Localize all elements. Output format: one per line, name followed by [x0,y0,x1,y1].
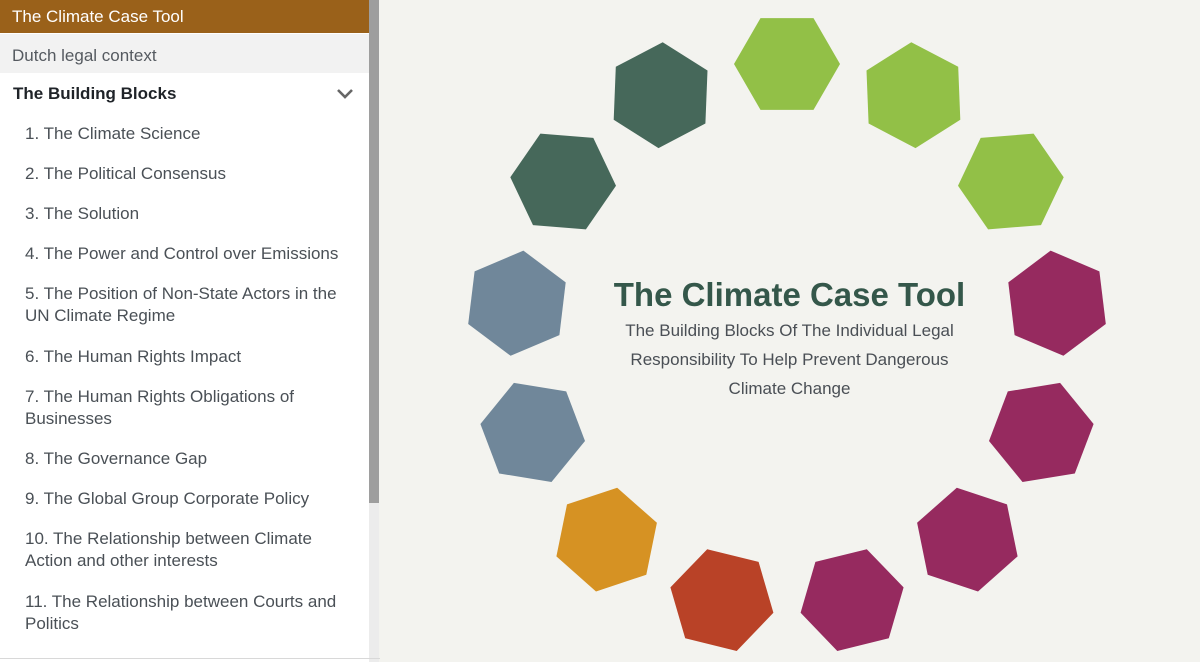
hexagon-block-6[interactable] [917,487,1018,592]
hexagon-block-2[interactable] [866,42,961,149]
hexagon-block-8[interactable] [670,549,774,651]
hexagon-block-3[interactable] [958,133,1064,230]
hero-text: The Climate Case Tool The Building Block… [379,275,1200,403]
hexagon-block-9[interactable] [556,487,657,592]
main-title: The Climate Case Tool [613,276,966,313]
hexagon-block-13[interactable] [613,42,708,149]
hexagon-block-7[interactable] [800,549,904,651]
hexagon-block-12[interactable] [510,133,616,230]
hexagon-block-1[interactable] [734,18,840,110]
main-subtitle: The Building Blocks Of The Individual Le… [625,321,954,398]
